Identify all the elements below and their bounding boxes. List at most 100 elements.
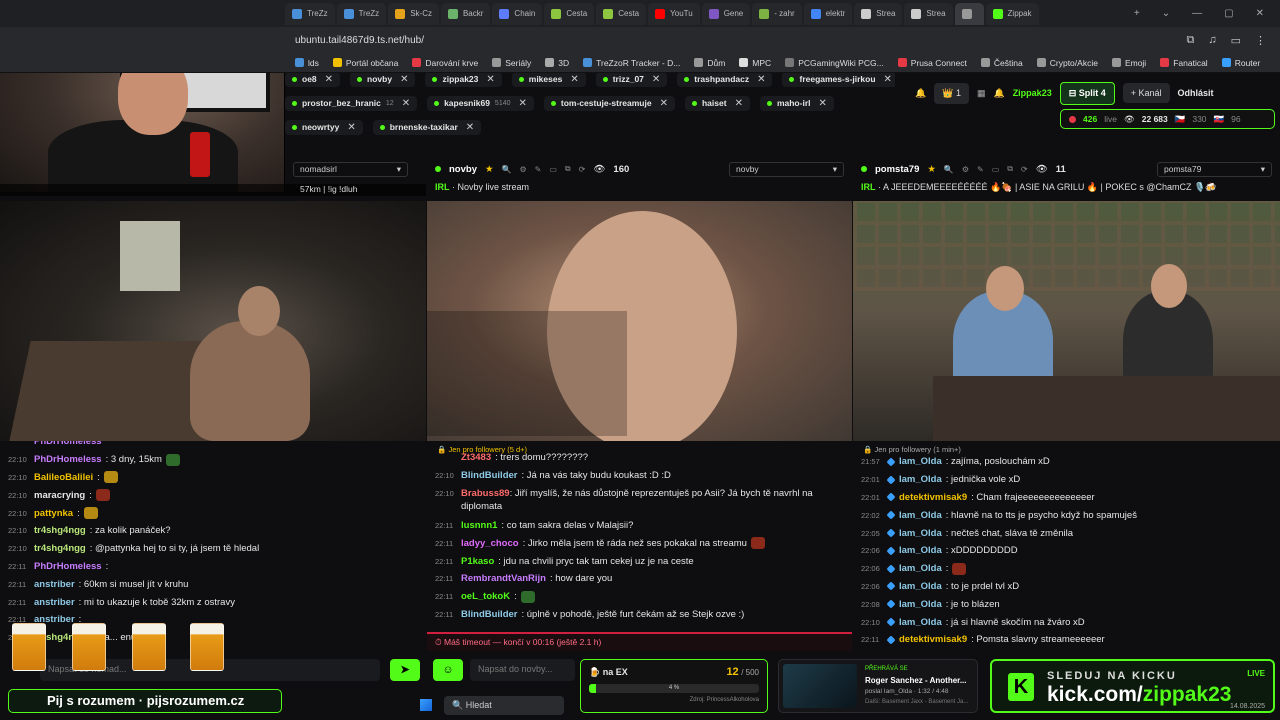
message-user[interactable]: oeL_tokoK	[461, 591, 510, 602]
notification-icon[interactable]: 🔔	[915, 88, 926, 99]
message-user[interactable]: Iam_Olda	[899, 563, 942, 574]
chat-input-2[interactable]: Napsat do novby...	[470, 659, 575, 681]
tab-list-icon[interactable]: ⌄	[1162, 8, 1170, 19]
channel-chip[interactable]: zippak23 ✕	[425, 73, 502, 87]
channel-chip[interactable]: oe8 ✕	[285, 73, 341, 87]
bookmark-item[interactable]: PCGamingWiki PCG...	[785, 58, 884, 68]
chip-close-icon[interactable]: ✕	[325, 74, 333, 85]
search-icon[interactable]: 🔍	[944, 165, 954, 174]
taskbar-search[interactable]: 🔍 Hledat	[444, 695, 564, 715]
sidebar-icon[interactable]: ▭	[1231, 34, 1241, 47]
channel-chip[interactable]: neowrtyy ✕	[285, 119, 363, 135]
emoji-button[interactable]: ☺	[433, 659, 463, 681]
tools-icon[interactable]: ✎	[535, 165, 542, 174]
message-user[interactable]: maracrying	[34, 490, 85, 501]
chip-close-icon[interactable]: ✕	[347, 122, 355, 133]
logout-button[interactable]: Odhlásit	[1178, 88, 1214, 98]
channel-chip[interactable]: haiset ✕	[684, 95, 750, 111]
chip-close-icon[interactable]: ✕	[570, 74, 578, 85]
send-button[interactable]: ➤	[390, 659, 420, 681]
browser-tab[interactable]: TreZz	[285, 2, 335, 25]
settings-icon[interactable]: ⚙	[962, 165, 969, 174]
count-button[interactable]: 👑 1	[934, 82, 969, 104]
message-user[interactable]: PhDrHomeless	[34, 561, 102, 572]
chip-close-icon[interactable]: ✕	[402, 98, 410, 109]
message-user[interactable]: Iam_Olda	[899, 456, 942, 467]
browser-tab[interactable]: Sk-Cz	[388, 2, 439, 25]
bookmark-item[interactable]: Emoji	[1111, 58, 1146, 68]
message-user[interactable]: PhDrHomeless	[34, 454, 102, 465]
browser-tab[interactable]: Zippak	[985, 2, 1039, 25]
browser-tab[interactable]: Chain	[492, 2, 543, 25]
channel-chip[interactable]: kapesnik69 5140 ✕	[427, 95, 534, 111]
channel-chip[interactable]: mikeses ✕	[511, 73, 586, 87]
message-user[interactable]: Iam_Olda	[899, 599, 942, 610]
screen-icon[interactable]: ▭	[549, 165, 557, 174]
channel-chip[interactable]: prostor_bez_hranic 12 ✕	[285, 95, 418, 111]
message-user[interactable]: BlindBuilder	[461, 470, 517, 481]
url-field[interactable]: ubuntu.tail4867d9.ts.net/hub/	[295, 35, 945, 46]
channel-chip[interactable]: tom-cestuje-streamuje ✕	[543, 95, 675, 111]
settings-icon[interactable]: ⚙	[519, 165, 526, 174]
chip-close-icon[interactable]: ✕	[884, 74, 892, 85]
maximize-icon[interactable]: ▢	[1224, 8, 1233, 19]
extension-icon[interactable]: ⧉	[1186, 34, 1194, 47]
channel-chip[interactable]: brnenske-taxikar ✕	[372, 119, 482, 135]
message-user[interactable]: RembrandtVanRijn	[461, 573, 546, 584]
channel-chip[interactable]: maho-irl ✕	[759, 95, 834, 111]
channel-name[interactable]: pomsta79	[875, 164, 919, 175]
chip-close-icon[interactable]: ✕	[735, 98, 743, 109]
bookmark-item[interactable]: Darování krve	[412, 58, 478, 68]
browser-tab[interactable]: TreZz	[336, 2, 387, 25]
bookmark-item[interactable]: Čeština	[980, 58, 1023, 68]
menu-icon[interactable]: ⋮	[1255, 34, 1266, 47]
chip-close-icon[interactable]: ✕	[660, 98, 668, 109]
channel-chip[interactable]: freegames-s-jirkou ✕	[782, 73, 895, 87]
message-user[interactable]: tr4shg4ngg	[34, 525, 86, 536]
browser-tab[interactable]: Gene	[701, 2, 751, 25]
chip-close-icon[interactable]: ✕	[466, 122, 474, 133]
add-channel-button[interactable]: + Kanál	[1122, 83, 1170, 103]
message-user[interactable]: ladyy_choco	[461, 538, 519, 549]
channel-chip[interactable]: trizz_07 ✕	[595, 73, 668, 87]
message-user[interactable]: P1kaso	[461, 556, 494, 567]
browser-tab[interactable]	[954, 2, 984, 25]
bookmark-item[interactable]: MPC	[739, 58, 771, 68]
browser-tab[interactable]: elektr	[803, 2, 853, 25]
browser-tab[interactable]: Backr	[440, 2, 491, 25]
message-user[interactable]: Iam_Olda	[899, 581, 942, 592]
message-user[interactable]: anstriber	[34, 579, 75, 590]
search-icon[interactable]: 🔍	[502, 165, 512, 174]
popout-icon[interactable]: ⧉	[565, 164, 571, 174]
chip-close-icon[interactable]: ✕	[486, 74, 494, 85]
chip-close-icon[interactable]: ✕	[519, 98, 527, 109]
message-user[interactable]: PhDrHomeless	[34, 441, 102, 447]
browser-tab[interactable]: Cesta	[596, 2, 647, 25]
refresh-icon[interactable]: ⟳	[1021, 165, 1028, 174]
bookmark-item[interactable]: Prusa Connect	[897, 58, 967, 68]
browser-tab[interactable]: - zahr	[752, 2, 802, 25]
refresh-icon[interactable]: ⟳	[579, 165, 586, 174]
bookmark-item[interactable]: Portál občana	[332, 58, 398, 68]
message-user[interactable]: Iam_Olda	[899, 528, 942, 539]
channel-name[interactable]: novby	[449, 164, 477, 175]
split-button[interactable]: ⊟ Split 4	[1059, 81, 1115, 105]
bookmark-item[interactable]: 3D	[545, 58, 569, 68]
browser-tab[interactable]: Strea	[904, 2, 953, 25]
chip-close-icon[interactable]: ✕	[757, 74, 765, 85]
video-player-1[interactable]	[0, 201, 426, 441]
message-user[interactable]: Iam_Olda	[899, 617, 942, 628]
minimize-icon[interactable]: —	[1192, 8, 1202, 19]
message-user[interactable]: Zt3483	[461, 452, 491, 463]
media-icon[interactable]: ♫	[1208, 34, 1216, 47]
stream-select[interactable]: pomsta79 ▾	[1157, 161, 1272, 177]
message-user[interactable]: lusnnn1	[461, 520, 497, 531]
message-user[interactable]: Iam_Olda	[899, 545, 942, 556]
tools-icon[interactable]: ✎	[977, 165, 984, 174]
video-player-2[interactable]	[427, 201, 852, 441]
bookmark-item[interactable]: TreZzoR Tracker - D...	[583, 58, 680, 68]
bookmark-item[interactable]: Dům	[694, 58, 725, 68]
message-user[interactable]: anstriber	[34, 597, 75, 608]
star-icon[interactable]: ★	[485, 164, 494, 175]
browser-tab[interactable]: Cesta	[544, 2, 595, 25]
